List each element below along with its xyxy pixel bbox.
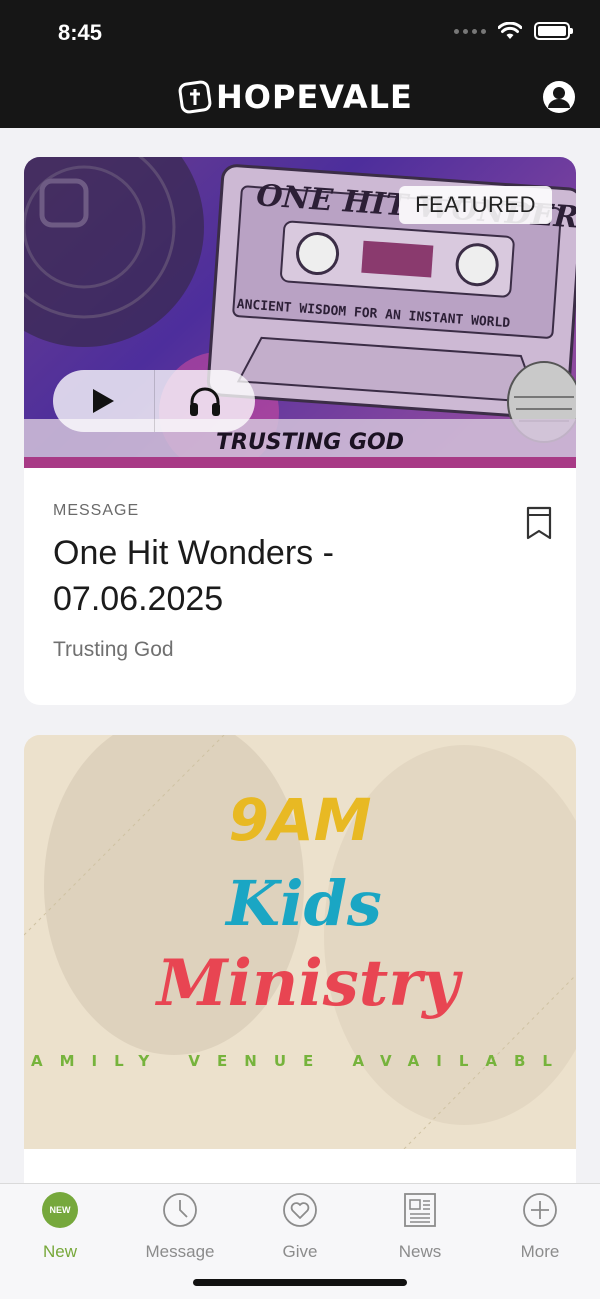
- clock-icon: [163, 1193, 197, 1227]
- tab-label: New: [42, 1242, 77, 1261]
- bookmark-button[interactable]: [526, 506, 552, 540]
- tab-new[interactable]: NEW New: [0, 1192, 120, 1262]
- kids-ministry-artwork: 9AM Kids Ministry AMILY VENUE AVAILABL: [24, 735, 576, 1149]
- art-line3-text: Ministry: [155, 946, 463, 1021]
- art-line1-text: 9AM: [229, 786, 372, 854]
- featured-badge: FEATURED: [399, 186, 552, 224]
- signal-icon: [454, 28, 486, 34]
- media-controls: [53, 370, 255, 432]
- battery-icon: [534, 22, 573, 40]
- tab-give[interactable]: Give: [240, 1192, 360, 1262]
- new-badge-icon: NEW: [42, 1192, 78, 1228]
- top-bar: 8:45 HOPEVALE: [0, 0, 600, 128]
- featured-message-card[interactable]: ONE HIT WONDERS ANCIENT WISDOM FOR AN IN…: [24, 157, 576, 705]
- brand: HOPEVALE: [178, 78, 413, 116]
- tab-label: Give: [282, 1242, 318, 1261]
- card-type-label: MESSAGE: [53, 502, 140, 519]
- plus-circle-icon: [523, 1193, 557, 1227]
- play-icon: [93, 389, 115, 413]
- featured-artwork: ONE HIT WONDERS ANCIENT WISDOM FOR AN IN…: [24, 157, 576, 468]
- heart-icon: [283, 1193, 317, 1227]
- newspaper-icon: [404, 1193, 436, 1227]
- tab-message[interactable]: Message: [120, 1192, 240, 1262]
- tab-label: More: [520, 1242, 560, 1261]
- tab-label: News: [398, 1242, 442, 1261]
- status-time: 8:45: [58, 20, 103, 45]
- status-icons: [454, 22, 573, 40]
- tab-label: Message: [145, 1242, 215, 1261]
- tab-news[interactable]: News: [360, 1192, 480, 1262]
- home-indicator: [193, 1279, 407, 1286]
- tab-more[interactable]: More: [480, 1192, 600, 1262]
- art-footer-text: AMILY VENUE AVAILABL: [31, 1052, 569, 1070]
- play-button[interactable]: [53, 370, 154, 432]
- card-body: MESSAGE One Hit Wonders - 07.06.2025 Tru…: [24, 468, 576, 662]
- headphones-icon: [189, 387, 220, 416]
- hopevale-logo-icon: [178, 80, 212, 114]
- wifi-icon: [498, 22, 522, 39]
- kids-ministry-card[interactable]: 9AM Kids Ministry AMILY VENUE AVAILABL: [24, 735, 576, 1205]
- art-line2-text: Kids: [224, 867, 382, 940]
- listen-button[interactable]: [155, 370, 256, 432]
- card-title: One Hit Wonders - 07.06.2025: [53, 534, 334, 618]
- card-subtitle: Trusting God: [53, 638, 174, 661]
- art-sermon-text: TRUSTING GOD: [216, 430, 404, 455]
- profile-button[interactable]: [542, 80, 576, 114]
- brand-name: HOPEVALE: [216, 78, 413, 116]
